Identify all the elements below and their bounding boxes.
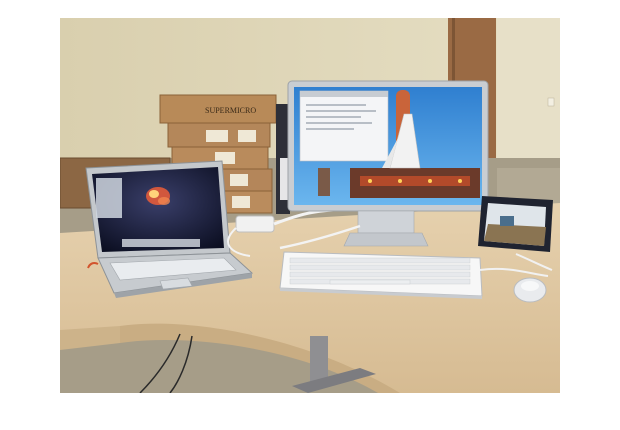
desk-scene: SUPERMICRO <box>60 18 560 393</box>
desk-photo: SUPERMICRO <box>60 18 560 393</box>
monitor-stand <box>357 210 415 234</box>
apple-keyboard <box>279 251 483 299</box>
document-window <box>299 90 389 162</box>
photo-frame <box>478 196 553 252</box>
laptop-dock <box>122 239 200 247</box>
power-adapter <box>235 215 275 233</box>
carton-brand-label: SUPERMICRO <box>205 106 256 115</box>
wall-outlet <box>547 97 555 107</box>
